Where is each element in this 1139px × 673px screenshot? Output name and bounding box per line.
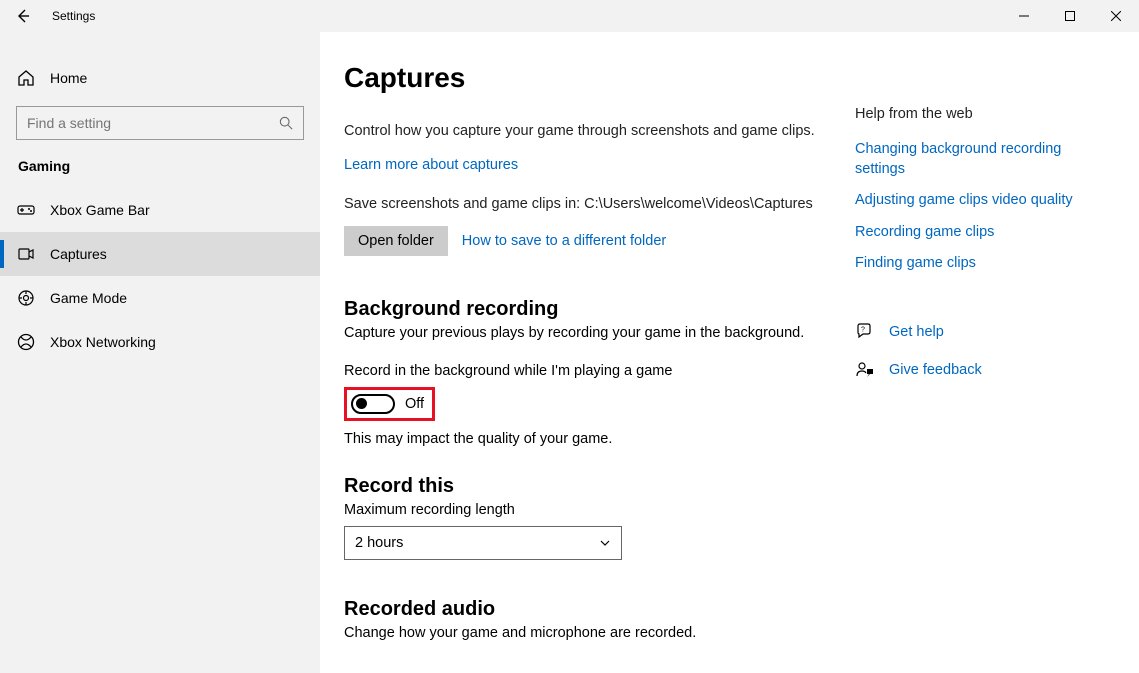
home-icon [16, 68, 36, 88]
give-feedback-label: Give feedback [889, 362, 982, 378]
open-folder-button[interactable]: Open folder [344, 226, 448, 256]
sidebar-item-label: Xbox Game Bar [50, 202, 150, 218]
recorded-audio-heading: Recorded audio [344, 598, 839, 621]
background-toggle-state: Off [405, 396, 424, 412]
back-button[interactable] [0, 0, 46, 32]
learn-more-link[interactable]: Learn more about captures [344, 157, 518, 173]
sidebar-item-game-mode[interactable]: Game Mode [0, 276, 320, 320]
help-link-video-quality[interactable]: Adjusting game clips video quality [855, 191, 1115, 211]
content-column: Captures Control how you capture your ga… [344, 62, 839, 673]
xbox-networking-icon [16, 332, 36, 352]
save-path-label: Save screenshots and game clips in: C:\U… [344, 196, 839, 212]
sidebar-item-label: Captures [50, 246, 107, 262]
help-link-finding-clips[interactable]: Finding game clips [855, 254, 1115, 274]
give-feedback-link[interactable]: Give feedback [855, 360, 1115, 380]
page-title: Captures [344, 62, 839, 94]
close-button[interactable] [1093, 0, 1139, 32]
max-length-label: Maximum recording length [344, 502, 839, 518]
background-recording-heading: Background recording [344, 298, 839, 321]
right-panel-actions: ? Get help Give feedback [855, 322, 1115, 380]
sidebar-item-xbox-game-bar[interactable]: Xbox Game Bar [0, 188, 320, 232]
help-link-bg-recording[interactable]: Changing background recording settings [855, 140, 1115, 179]
page-description: Control how you capture your game throug… [344, 122, 839, 142]
toggle-knob-icon [356, 398, 367, 409]
chevron-down-icon [599, 537, 611, 549]
window-controls [1001, 0, 1139, 32]
search-box[interactable] [16, 106, 304, 140]
background-recording-desc: Capture your previous plays by recording… [344, 325, 839, 341]
background-toggle[interactable] [351, 394, 395, 414]
titlebar: Settings [0, 0, 1139, 32]
sidebar: Home Gaming Xbox Game Bar Captures Game … [0, 32, 320, 673]
folder-row: Open folder How to save to a different f… [344, 226, 839, 256]
sidebar-item-label: Game Mode [50, 290, 127, 306]
xbox-game-bar-icon [16, 200, 36, 220]
game-mode-icon [16, 288, 36, 308]
main-content: Captures Control how you capture your ga… [320, 32, 1139, 673]
sidebar-item-label: Xbox Networking [50, 334, 156, 350]
sidebar-item-captures[interactable]: Captures [0, 232, 320, 276]
search-icon [279, 116, 293, 130]
help-link-recording-clips[interactable]: Recording game clips [855, 223, 1115, 243]
minimize-icon [1019, 11, 1029, 21]
background-toggle-label: Record in the background while I'm playi… [344, 363, 839, 379]
right-panel: Help from the web Changing background re… [855, 62, 1115, 673]
maximize-button[interactable] [1047, 0, 1093, 32]
window-title: Settings [46, 0, 95, 32]
sidebar-home-label: Home [50, 70, 87, 86]
maximize-icon [1065, 11, 1075, 21]
svg-text:?: ? [861, 326, 865, 333]
record-this-heading: Record this [344, 475, 839, 498]
sidebar-item-xbox-networking[interactable]: Xbox Networking [0, 320, 320, 364]
background-toggle-highlight: Off [344, 387, 435, 421]
background-toggle-hint: This may impact the quality of your game… [344, 431, 839, 447]
max-length-value: 2 hours [355, 535, 403, 551]
sidebar-category: Gaming [0, 158, 320, 188]
back-arrow-icon [15, 8, 31, 24]
minimize-button[interactable] [1001, 0, 1047, 32]
close-icon [1111, 11, 1121, 21]
recorded-audio-desc: Change how your game and microphone are … [344, 625, 839, 641]
get-help-link[interactable]: ? Get help [855, 322, 1115, 342]
help-heading: Help from the web [855, 106, 1115, 122]
sidebar-home[interactable]: Home [0, 60, 320, 96]
captures-icon [16, 244, 36, 264]
search-input[interactable] [27, 115, 279, 131]
get-help-icon: ? [855, 322, 875, 342]
feedback-icon [855, 360, 875, 380]
how-to-save-link[interactable]: How to save to a different folder [462, 233, 666, 249]
max-length-select[interactable]: 2 hours [344, 526, 622, 560]
get-help-label: Get help [889, 324, 944, 340]
